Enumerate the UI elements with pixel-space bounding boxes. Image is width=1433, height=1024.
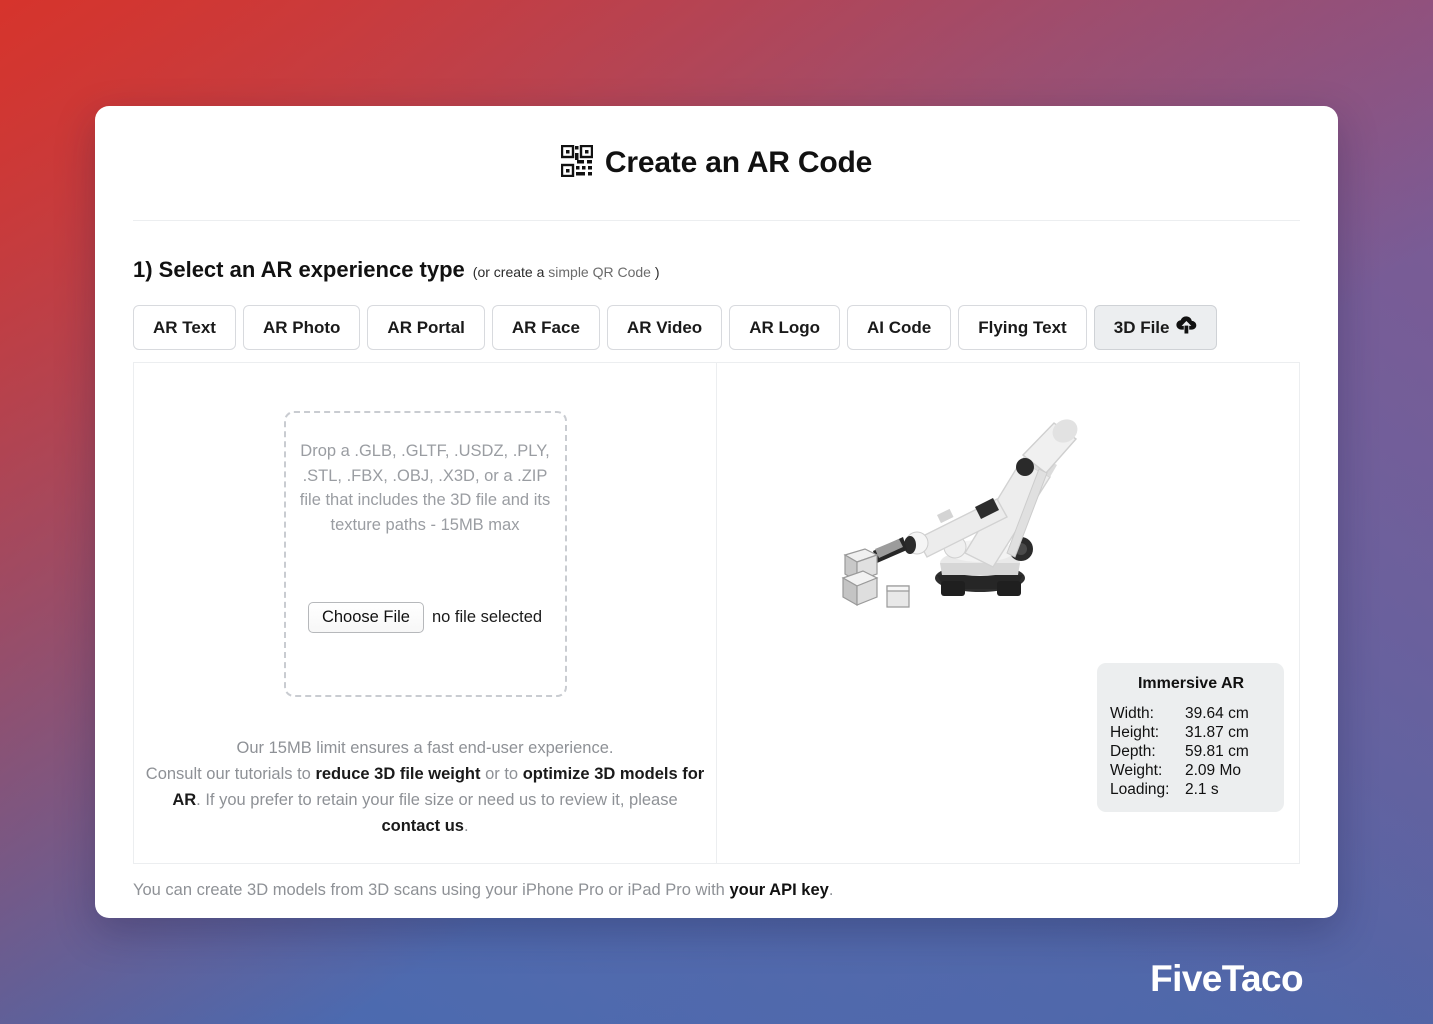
ar-info-title: Immersive AR (1137, 675, 1245, 692)
tab-ar-logo[interactable]: AR Logo (729, 305, 841, 350)
step-note-suffix: ) (650, 264, 660, 280)
choose-file-button[interactable]: Choose File (307, 602, 424, 633)
ar-info-value: 39.64 cm (1185, 705, 1249, 722)
ar-info-value: 2.1 s (1185, 781, 1219, 798)
tab-ai-code[interactable]: AI Code (847, 305, 952, 350)
tab-ar-video[interactable]: AR Video (606, 305, 723, 350)
ar-info-label: Loading: (1110, 781, 1170, 798)
create-ar-code-card: Create an AR Code 1) Select an AR experi… (95, 106, 1338, 918)
card-header: Create an AR Code (133, 106, 1300, 220)
reduce-3d-file-weight-link[interactable]: reduce 3D file weight (315, 765, 480, 783)
ar-info-label: Height: (1110, 724, 1160, 741)
tab-label: AR Portal (387, 317, 465, 337)
file-dropzone[interactable]: Drop a .GLB, .GLTF, .USDZ, .PLY, .STL, .… (283, 411, 567, 697)
model-preview-panel: Immersive AR Width: 39.64 cm Height: 31.… (717, 363, 1299, 863)
ar-info-row-depth: Depth: 59.81 cm (1110, 742, 1272, 761)
ar-info-value: 2.09 Mo (1185, 762, 1242, 779)
helper-line-2-part-2: or to (480, 765, 523, 783)
qr-code-icon (560, 144, 594, 182)
ar-info-label: Weight: (1110, 762, 1163, 779)
ar-info-value: 31.87 cm (1185, 724, 1249, 741)
ar-info-row-height: Height: 31.87 cm (1110, 723, 1272, 742)
robot-arm-3d-model (841, 419, 1078, 608)
tab-label: AR Text (153, 317, 216, 337)
step-title: 1) Select an AR experience type (133, 257, 465, 282)
tab-label: AI Code (867, 317, 932, 337)
tab-label: AR Face (511, 317, 580, 337)
simple-qr-code-link[interactable]: simple QR Code (548, 264, 651, 280)
file-selection-status: no file selected (431, 608, 543, 626)
cloud-upload-icon (1176, 316, 1197, 339)
helper-line-2-part-4: . (463, 817, 469, 835)
upload-helper-text: Our 15MB limit ensures a fast end-user e… (142, 735, 709, 839)
contact-us-link[interactable]: contact us (381, 817, 464, 835)
fivetaco-watermark: FiveTaco (1150, 958, 1303, 999)
ar-info-row-weight: Weight: 2.09 Mo (1110, 761, 1272, 780)
ar-info-row-width: Width: 39.64 cm (1110, 704, 1272, 723)
ar-info-label: Depth: (1110, 743, 1156, 760)
tab-ar-text[interactable]: AR Text (133, 305, 236, 350)
tab-ar-portal[interactable]: AR Portal (367, 305, 485, 350)
ar-info-value: 59.81 cm (1185, 743, 1249, 760)
immersive-ar-info-box: Immersive AR Width: 39.64 cm Height: 31.… (1097, 663, 1284, 812)
helper-line-1: Our 15MB limit ensures a fast end-user e… (236, 739, 614, 757)
api-key-note-suffix: . (828, 881, 834, 899)
tab-ar-face[interactable]: AR Face (491, 305, 600, 350)
tab-3d-file[interactable]: 3D File (1093, 305, 1218, 350)
upload-and-preview-panels: Drop a .GLB, .GLTF, .USDZ, .PLY, .STL, .… (133, 362, 1300, 864)
dropzone-instructions: Drop a .GLB, .GLTF, .USDZ, .PLY, .STL, .… (299, 442, 551, 534)
page-title: Create an AR Code (604, 146, 873, 179)
tab-label: Flying Text (978, 317, 1067, 337)
step-heading-row: 1) Select an AR experience type (or crea… (133, 257, 1300, 283)
file-input-row: Choose File no file selected (307, 602, 543, 633)
api-key-note-prefix: You can create 3D models from 3D scans u… (133, 881, 730, 899)
tab-label: AR Logo (749, 317, 821, 337)
helper-line-2-part-1: Consult our tutorials to (145, 765, 316, 783)
step-note: (or create a simple QR Code ) (473, 264, 660, 280)
tab-ar-photo[interactable]: AR Photo (242, 305, 361, 350)
your-api-key-link[interactable]: your API key (729, 881, 828, 899)
tab-flying-text[interactable]: Flying Text (958, 305, 1087, 350)
tab-label: 3D File (1113, 317, 1170, 337)
ar-info-row-loading: Loading: 2.1 s (1110, 780, 1272, 799)
step-note-prefix: (or create a (472, 264, 549, 280)
experience-type-tabs: AR Text AR Photo AR Portal AR Face AR Vi… (133, 305, 1300, 350)
tab-label: AR Video (626, 317, 703, 337)
helper-line-2-part-3: . If you prefer to retain your file size… (196, 791, 678, 809)
header-divider (133, 220, 1300, 221)
upload-panel: Drop a .GLB, .GLTF, .USDZ, .PLY, .STL, .… (134, 363, 717, 863)
tab-label: AR Photo (262, 317, 341, 337)
api-key-note: You can create 3D models from 3D scans u… (133, 881, 1300, 900)
ar-info-label: Width: (1110, 705, 1154, 722)
